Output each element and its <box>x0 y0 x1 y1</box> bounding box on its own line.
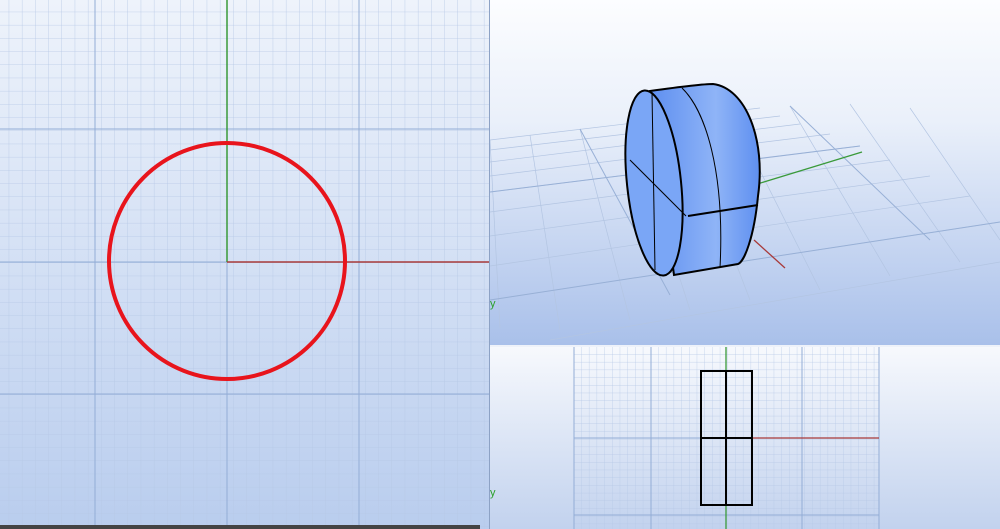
bottom-scrollbar[interactable] <box>0 525 480 529</box>
top-view-canvas <box>0 0 489 529</box>
perspective-view-canvas <box>490 0 1000 345</box>
top-view-grid-minor <box>0 0 489 529</box>
viewport-top[interactable] <box>0 0 489 529</box>
viewport-perspective[interactable]: y <box>490 0 1000 345</box>
viewport-front[interactable]: y <box>490 347 1000 529</box>
perspective-axis-label: y <box>490 298 496 310</box>
front-axis-label: y <box>490 487 496 499</box>
front-view-canvas <box>490 347 1000 529</box>
